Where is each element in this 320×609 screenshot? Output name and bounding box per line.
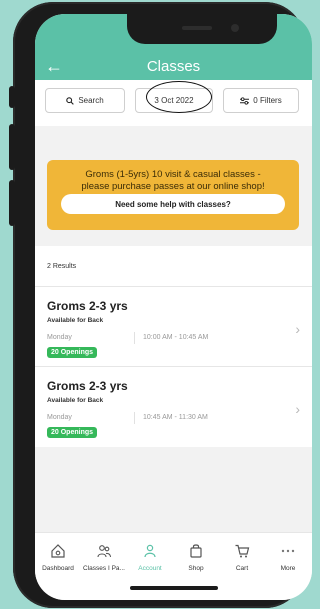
info-banner: Groms (1-5yrs) 10 visit & casual classes… [47,160,299,230]
notch [127,14,277,44]
banner-line-1: Groms (1-5yrs) 10 visit & casual classes… [85,169,261,180]
tab-label: Cart [235,565,249,572]
class-time: 10:00 AM - 10:45 AM [143,334,209,341]
class-card[interactable]: Groms 2-3 yrs Available for Back Monday … [35,286,312,367]
home-icon [51,544,65,558]
tab-label: Classes I Pa... [83,565,125,572]
search-label: Search [78,96,104,105]
divider [134,412,135,424]
class-title: Groms 2-3 yrs [47,299,128,313]
class-card[interactable]: Groms 2-3 yrs Available for Back Monday … [35,366,312,447]
home-indicator [130,586,218,590]
chevron-right-icon: › [295,401,300,417]
filters-label: 0 Filters [253,96,282,105]
openings-badge: 20 Openings [47,427,98,438]
results-header: 2 Results [35,246,312,286]
filters-button[interactable]: 0 Filters [223,88,299,113]
tab-label: Account [138,565,162,572]
phone-frame: ← Classes Search 3 Oct 2022 0 Filters Gr… [9,2,312,608]
class-title: Groms 2-3 yrs [47,379,128,393]
toolbar: Search 3 Oct 2022 0 Filters [35,80,312,126]
results-count: 2 Results [47,263,77,270]
tab-shop[interactable]: Shop [173,543,219,572]
class-subtitle: Available for Back [47,317,104,324]
cart-icon [235,544,250,558]
volume-up-button [9,124,15,170]
date-circle-annotation [146,81,212,113]
class-day: Monday [47,414,72,421]
sliders-icon [240,96,250,105]
page-title: Classes [146,58,201,75]
tab-account[interactable]: Account [127,543,173,572]
speaker [182,26,212,30]
tab-dashboard[interactable]: Dashboard [35,543,81,572]
tab-label: More [280,565,296,572]
mute-switch [9,86,15,108]
banner-line-2: please purchase passes at our online sho… [81,181,265,192]
divider [134,332,135,344]
tab-label: Dashboard [42,565,74,572]
tab-label: Shop [188,565,204,572]
openings-badge: 20 Openings [47,347,98,358]
search-button[interactable]: Search [45,88,125,113]
people-icon [97,545,112,558]
person-icon [144,544,156,558]
class-day: Monday [47,334,72,341]
tab-cart[interactable]: Cart [219,543,265,572]
banner-text: Groms (1-5yrs) 10 visit & casual classes… [47,169,299,193]
help-button[interactable]: Need some help with classes? [61,194,285,214]
volume-down-button [9,180,15,226]
more-dots-icon [281,549,295,553]
app-screen: ← Classes Search 3 Oct 2022 0 Filters Gr… [35,14,312,600]
bag-icon [190,544,202,558]
camera [231,24,239,32]
search-icon [66,96,75,105]
class-time: 10:45 AM - 11:30 AM [143,414,208,421]
chevron-right-icon: › [295,321,300,337]
tab-more[interactable]: More [265,543,311,572]
class-subtitle: Available for Back [47,397,104,404]
tab-classes[interactable]: Classes I Pa... [81,543,127,572]
